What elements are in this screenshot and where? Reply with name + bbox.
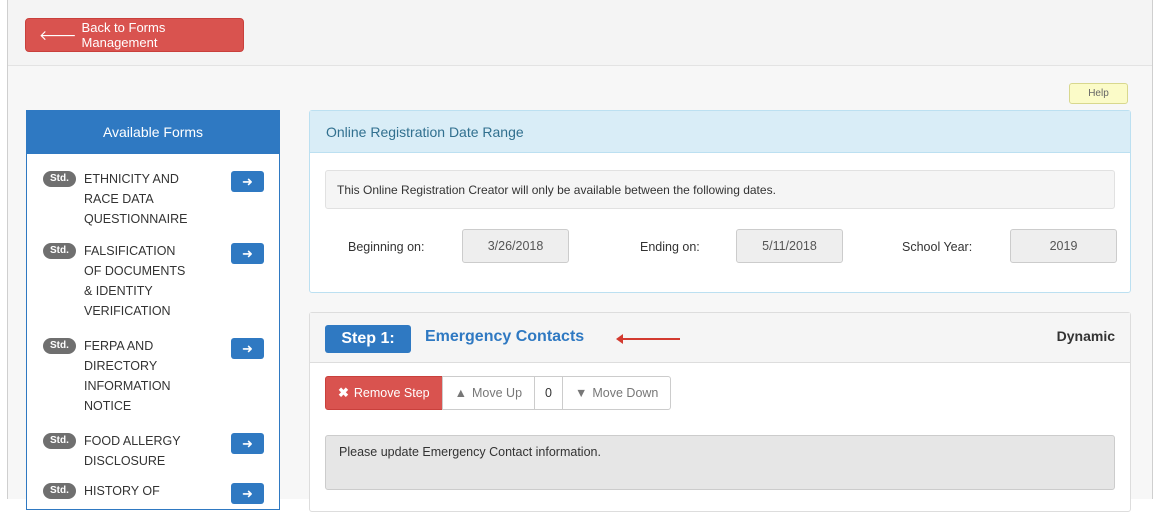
form-item-label: DISCLOSURE xyxy=(84,454,166,468)
form-item-label: VERIFICATION xyxy=(84,304,171,318)
app-frame: 🡐 Back to Forms Management Help Availabl… xyxy=(7,0,1153,512)
form-item: Std. FALSIFICATION OF DOCUMENTS & IDENTI… xyxy=(27,241,279,334)
std-badge: Std. xyxy=(43,483,76,499)
form-item: Std. FOOD ALLERGY DISCLOSURE ➜ xyxy=(27,431,279,479)
arrow-right-icon: ➜ xyxy=(242,340,253,356)
close-icon: ✖ xyxy=(338,385,349,400)
form-item-label: NOTICE xyxy=(84,399,132,413)
move-up-button[interactable]: ▲ Move Up xyxy=(441,376,536,410)
add-form-button[interactable]: ➜ xyxy=(231,338,264,359)
step-type-label: Dynamic xyxy=(1056,328,1115,344)
available-forms-panel: Available Forms Std. ETHNICITY AND RACE … xyxy=(26,110,280,510)
form-item-label: FOOD ALLERGY xyxy=(84,434,181,448)
move-down-label: Move Down xyxy=(592,386,659,400)
add-form-button[interactable]: ➜ xyxy=(231,243,264,264)
form-item-label: FERPA AND xyxy=(84,339,154,353)
add-form-button[interactable]: ➜ xyxy=(231,433,264,454)
move-down-button[interactable]: ▼ Move Down xyxy=(562,376,672,410)
date-range-title: Online Registration Date Range xyxy=(310,111,1130,153)
form-item-label: & IDENTITY xyxy=(84,284,153,298)
add-form-button[interactable]: ➜ xyxy=(231,171,264,192)
step-header: Step 1: Emergency Contacts Dynamic xyxy=(310,313,1130,363)
ending-label: Ending on: xyxy=(640,240,700,254)
step-panel: Step 1: Emergency Contacts Dynamic ✖ Rem… xyxy=(309,312,1131,512)
back-to-forms-button[interactable]: 🡐 Back to Forms Management xyxy=(25,18,244,52)
step-number-badge: Step 1: xyxy=(325,325,411,353)
remove-step-label: Remove Step xyxy=(353,386,430,400)
step-order-field[interactable]: 0 xyxy=(534,376,563,410)
arrow-right-icon: ➜ xyxy=(242,485,253,501)
form-item-label: OF DOCUMENTS xyxy=(84,264,186,278)
step-toolbar: ✖ Remove Step ▲ Move Up 0 ▼ Move Down xyxy=(325,376,672,410)
beginning-date-field[interactable]: 3/26/2018 xyxy=(462,229,569,263)
date-range-panel: Online Registration Date Range This Onli… xyxy=(309,110,1131,293)
std-badge: Std. xyxy=(43,243,76,259)
remove-step-button[interactable]: ✖ Remove Step xyxy=(325,376,443,410)
arrow-right-icon: ➜ xyxy=(242,245,253,261)
date-range-info: This Online Registration Creator will on… xyxy=(325,170,1115,209)
form-item: Std. ETHNICITY AND RACE DATA QUESTIONNAI… xyxy=(27,169,279,239)
school-year-field: 2019 xyxy=(1010,229,1117,263)
std-badge: Std. xyxy=(43,338,76,354)
school-year-label: School Year: xyxy=(902,240,973,254)
annotation-arrow-icon xyxy=(616,334,680,344)
arrow-left-icon: 🡐 xyxy=(39,26,77,43)
form-item-label: HISTORY OF xyxy=(84,484,160,498)
form-item: Std. FERPA AND DIRECTORY INFORMATION NOT… xyxy=(27,336,279,429)
add-form-button[interactable]: ➜ xyxy=(231,483,264,504)
ending-date-field[interactable]: 5/11/2018 xyxy=(736,229,843,263)
arrow-right-icon: ➜ xyxy=(242,173,253,189)
form-item-label: ETHNICITY AND xyxy=(84,172,179,186)
top-bar: 🡐 Back to Forms Management xyxy=(8,0,1152,66)
back-button-label: Back to Forms Management xyxy=(81,20,166,50)
form-item-label: QUESTIONNAIRE xyxy=(84,212,188,226)
form-item: Std. HISTORY OF ➜ xyxy=(27,481,279,511)
help-button[interactable]: Help xyxy=(1069,83,1128,104)
triangle-down-icon: ▼ xyxy=(575,386,588,400)
beginning-label: Beginning on: xyxy=(348,240,425,254)
triangle-up-icon: ▲ xyxy=(454,386,468,400)
step-title[interactable]: Emergency Contacts xyxy=(425,328,584,346)
form-item-label: INFORMATION xyxy=(84,379,171,393)
std-badge: Std. xyxy=(43,171,76,187)
move-up-label: Move Up xyxy=(472,386,523,400)
step-instructions-field[interactable]: Please update Emergency Contact informat… xyxy=(325,435,1115,490)
available-forms-title: Available Forms xyxy=(27,110,279,154)
form-item-label: FALSIFICATION xyxy=(84,244,176,258)
std-badge: Std. xyxy=(43,433,76,449)
arrow-right-icon: ➜ xyxy=(242,435,253,451)
form-item-label: DIRECTORY xyxy=(84,359,158,373)
form-item-label: RACE DATA xyxy=(84,192,154,206)
